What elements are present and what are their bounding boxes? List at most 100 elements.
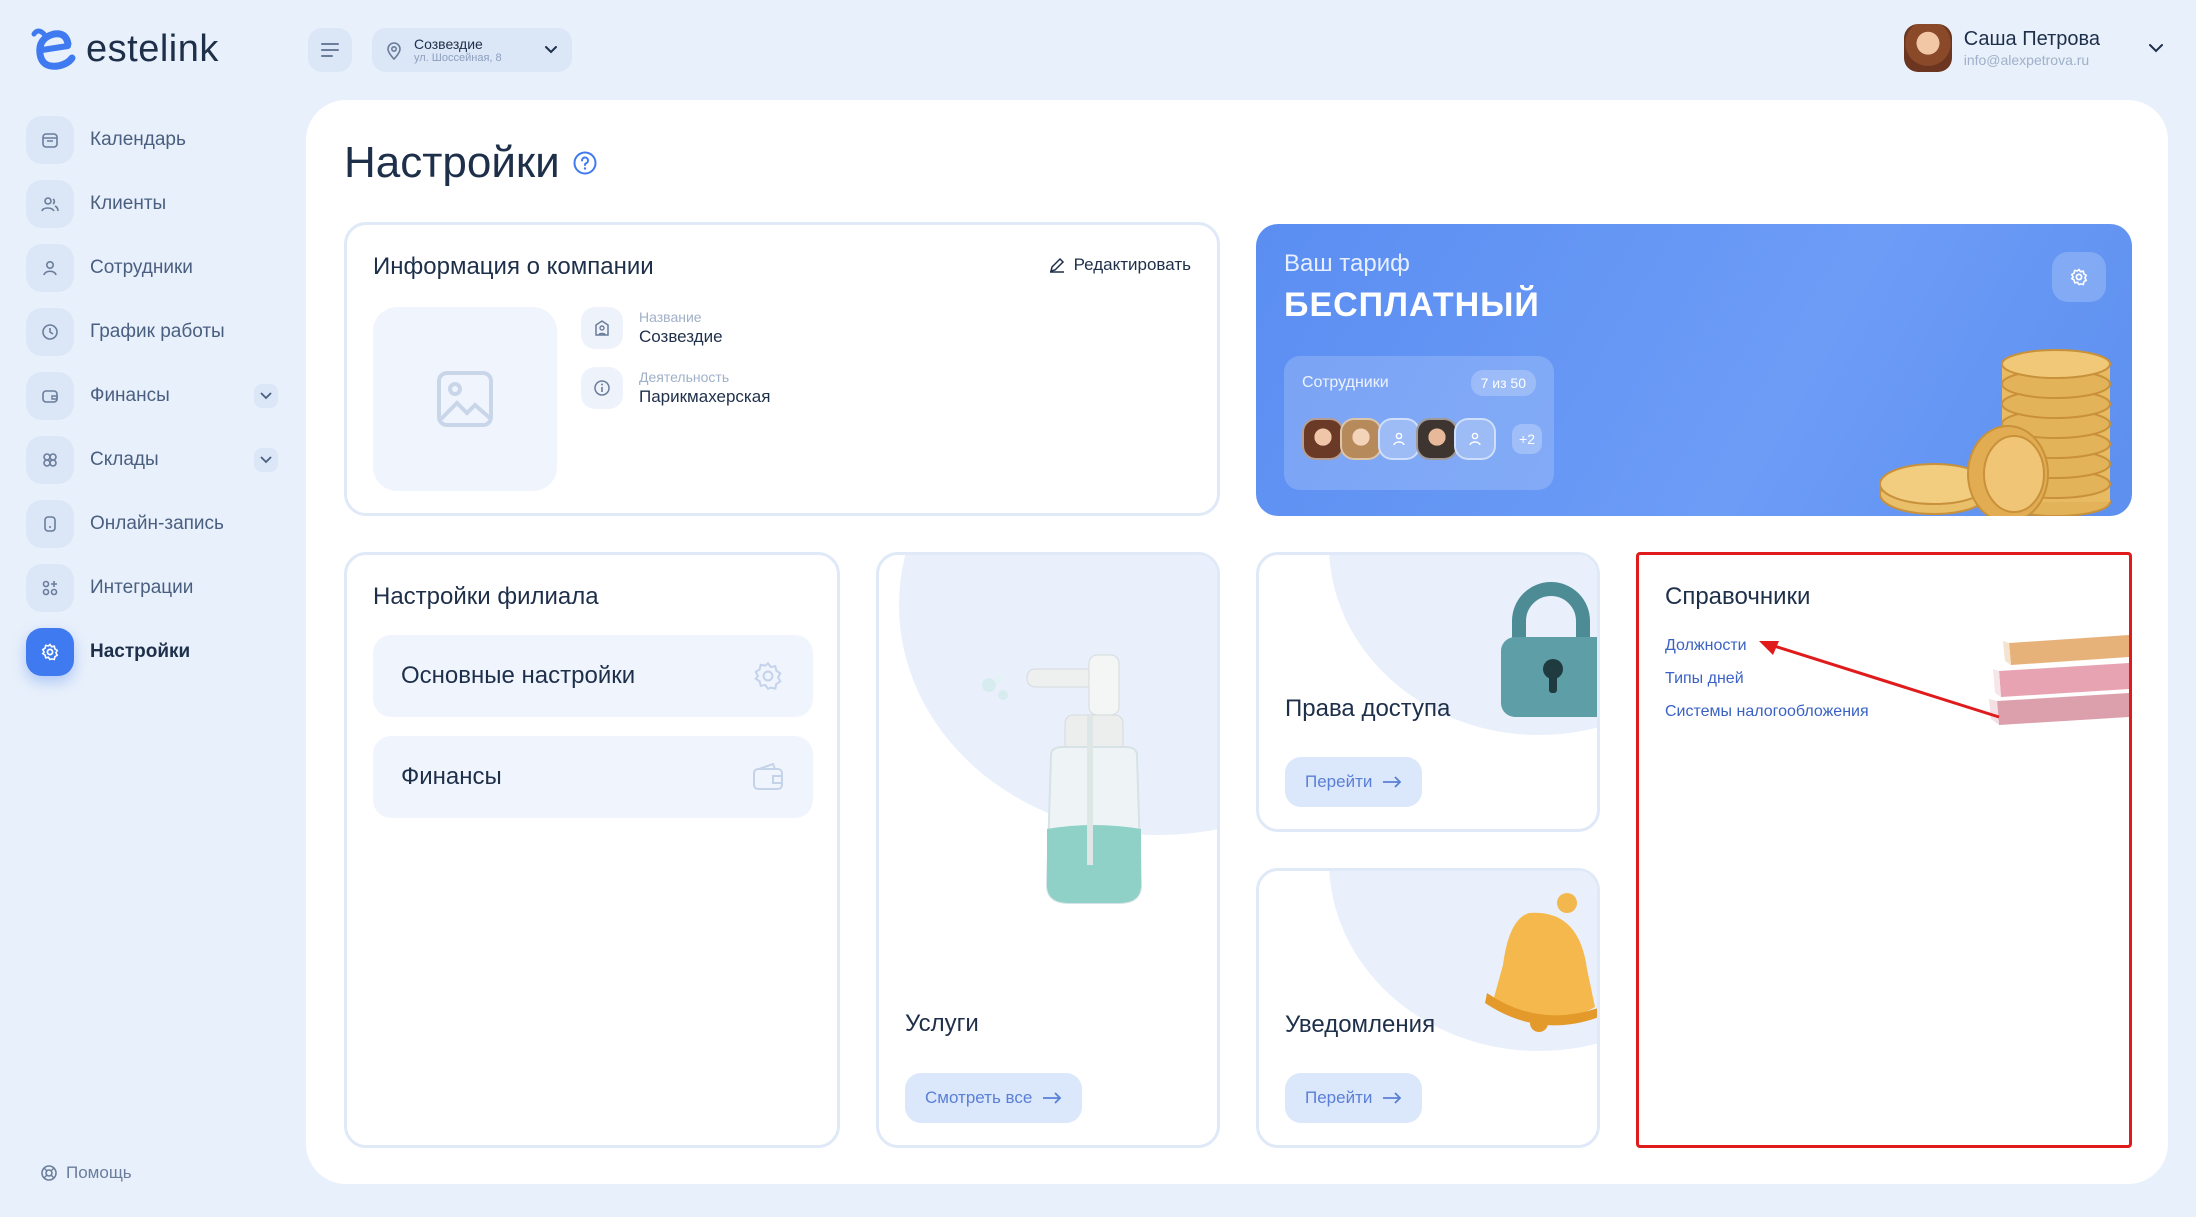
soap-bottle-illustration xyxy=(982,654,1143,904)
staff-label: Сотрудники xyxy=(1302,374,1389,391)
employee-icon xyxy=(43,260,57,276)
sidebar-item-employees[interactable]: Сотрудники xyxy=(26,244,286,292)
gear-icon xyxy=(2070,268,2088,286)
chevron-down-icon xyxy=(260,456,272,464)
wallet-icon xyxy=(42,390,58,403)
annotation-arrow xyxy=(1759,641,2000,719)
go-label: Перейти xyxy=(1305,772,1373,791)
sidebar-item-label: График работы xyxy=(90,321,225,342)
logo-mark-icon xyxy=(31,28,76,70)
padlock-illustration xyxy=(1501,582,1597,717)
staff-avatar xyxy=(1340,418,1382,460)
sidebar-item-label: Календарь xyxy=(90,129,186,150)
app-logo[interactable]: estelink xyxy=(28,26,219,72)
building-icon xyxy=(595,320,609,336)
image-icon xyxy=(437,371,493,427)
chevron-down-icon[interactable] xyxy=(2148,43,2164,53)
finance-settings-label: Финансы xyxy=(401,763,502,790)
company-activity-key: Деятельность xyxy=(639,368,730,385)
clock-icon xyxy=(42,324,58,340)
tariff-card[interactable]: Ваш тариф БЕСПЛАТНЫЙ Сотрудники 7 из 50 … xyxy=(1256,224,2132,516)
lifebuoy-icon xyxy=(41,1165,57,1181)
notifications-go-button[interactable]: Перейти xyxy=(1285,1073,1423,1123)
directories-card: Справочники Должности Типы дней Системы … xyxy=(1636,552,2132,1148)
menu-icon xyxy=(321,43,339,57)
services-title: Услуги xyxy=(905,1010,979,1037)
user-icon xyxy=(1393,432,1405,446)
sidebar-item-finance[interactable]: Финансы xyxy=(26,372,286,420)
tariff-settings-button[interactable] xyxy=(2052,252,2106,302)
tariff-plan: БЕСПЛАТНЫЙ xyxy=(1284,286,1540,324)
sidebar-item-label: Сотрудники xyxy=(90,257,193,278)
branch-settings-title: Настройки филиала xyxy=(373,583,599,610)
user-menu[interactable]: Саша Петрова info@alexpetrova.ru xyxy=(1903,24,2164,72)
wallet-icon xyxy=(753,762,783,790)
settings-icon xyxy=(41,643,59,661)
menu-toggle-button[interactable] xyxy=(308,28,352,72)
staff-avatar xyxy=(1416,418,1458,460)
finance-settings-button[interactable]: Финансы xyxy=(373,736,813,818)
company-name-value: Созвездие xyxy=(639,327,723,347)
user-name: Саша Петрова xyxy=(1963,27,2100,50)
staff-count-badge: 7 из 50 xyxy=(1470,370,1536,396)
sidebar-item-label: Интеграции xyxy=(90,577,194,598)
sidebar-item-label: Онлайн-запись xyxy=(90,513,224,534)
calendar-icon xyxy=(42,133,58,148)
expand-finance-button[interactable] xyxy=(254,384,278,408)
phone-icon xyxy=(44,516,56,532)
gear-icon xyxy=(754,661,782,690)
go-label: Перейти xyxy=(1305,1088,1373,1107)
access-rights-go-button[interactable]: Перейти xyxy=(1285,757,1423,807)
directory-link-day-types[interactable]: Типы дней xyxy=(1665,670,1744,688)
sidebar-item-warehouses[interactable]: Склады xyxy=(26,436,286,484)
help-label: Помощь xyxy=(66,1163,132,1182)
general-settings-label: Основные настройки xyxy=(401,662,636,689)
sidebar-item-label: Настройки xyxy=(90,641,191,662)
view-all-label: Смотреть все xyxy=(925,1088,1033,1107)
view-all-services-button[interactable]: Смотреть все xyxy=(905,1073,1083,1123)
user-avatar xyxy=(1903,24,1952,72)
sidebar-item-clients[interactable]: Клиенты xyxy=(26,180,286,228)
boxes-icon xyxy=(43,453,57,467)
info-icon xyxy=(594,380,610,396)
help-circle-icon[interactable] xyxy=(572,150,598,176)
sidebar-item-integrations[interactable]: Интеграции xyxy=(26,564,286,612)
coins-illustration xyxy=(1879,349,2111,516)
general-settings-button[interactable]: Основные настройки xyxy=(373,635,813,717)
notifications-card[interactable]: Уведомления Перейти xyxy=(1256,868,1600,1148)
sidebar-item-settings[interactable]: Настройки xyxy=(26,628,286,676)
sidebar-item-label: Склады xyxy=(90,449,159,470)
branch-settings-card: Настройки филиала Основные настройки Фин… xyxy=(344,552,840,1148)
sidebar-item-calendar[interactable]: Календарь xyxy=(26,116,286,164)
edit-company-button[interactable]: Редактировать xyxy=(1048,255,1191,275)
sidebar-item-online-booking[interactable]: Онлайн-запись xyxy=(26,500,286,548)
directories-title: Справочники xyxy=(1665,583,1811,610)
access-rights-card[interactable]: Права доступа Перейти xyxy=(1256,552,1600,832)
chevron-down-icon xyxy=(260,392,272,400)
company-info-title: Информация о компании xyxy=(373,253,654,280)
staff-avatar-placeholder xyxy=(1454,418,1496,460)
directory-link-positions[interactable]: Должности xyxy=(1665,637,1747,655)
company-name-row: Название Созвездие xyxy=(581,307,723,349)
location-pin-icon xyxy=(387,42,401,60)
sidebar-item-schedule[interactable]: График работы xyxy=(26,308,286,356)
branch-selector[interactable]: Созвездие ул. Шоссейная, 8 xyxy=(372,28,572,72)
integrations-icon xyxy=(42,580,58,596)
services-card[interactable]: Услуги Смотреть все xyxy=(876,552,1220,1148)
company-activity-row: Деятельность Парикмахерская xyxy=(581,367,770,409)
edit-label: Редактировать xyxy=(1073,255,1191,274)
clients-icon xyxy=(41,197,59,212)
staff-more-count: +2 xyxy=(1512,424,1542,454)
branch-name: Созвездие xyxy=(414,35,483,52)
help-link[interactable]: Помощь xyxy=(40,1163,132,1183)
branch-address: ул. Шоссейная, 8 xyxy=(414,51,502,64)
company-logo-placeholder[interactable] xyxy=(373,307,557,491)
sidebar: Календарь Клиенты Сотрудники График рабо… xyxy=(26,116,286,692)
arrow-right-icon xyxy=(1383,776,1402,788)
company-name-key: Название xyxy=(639,308,702,325)
staff-avatars: +2 xyxy=(1302,418,1542,460)
user-email: info@alexpetrova.ru xyxy=(1963,51,2090,68)
expand-warehouses-button[interactable] xyxy=(254,448,278,472)
company-info-card: Информация о компании Редактировать Назв… xyxy=(344,222,1220,516)
staff-usage-box: Сотрудники 7 из 50 +2 xyxy=(1284,356,1554,490)
